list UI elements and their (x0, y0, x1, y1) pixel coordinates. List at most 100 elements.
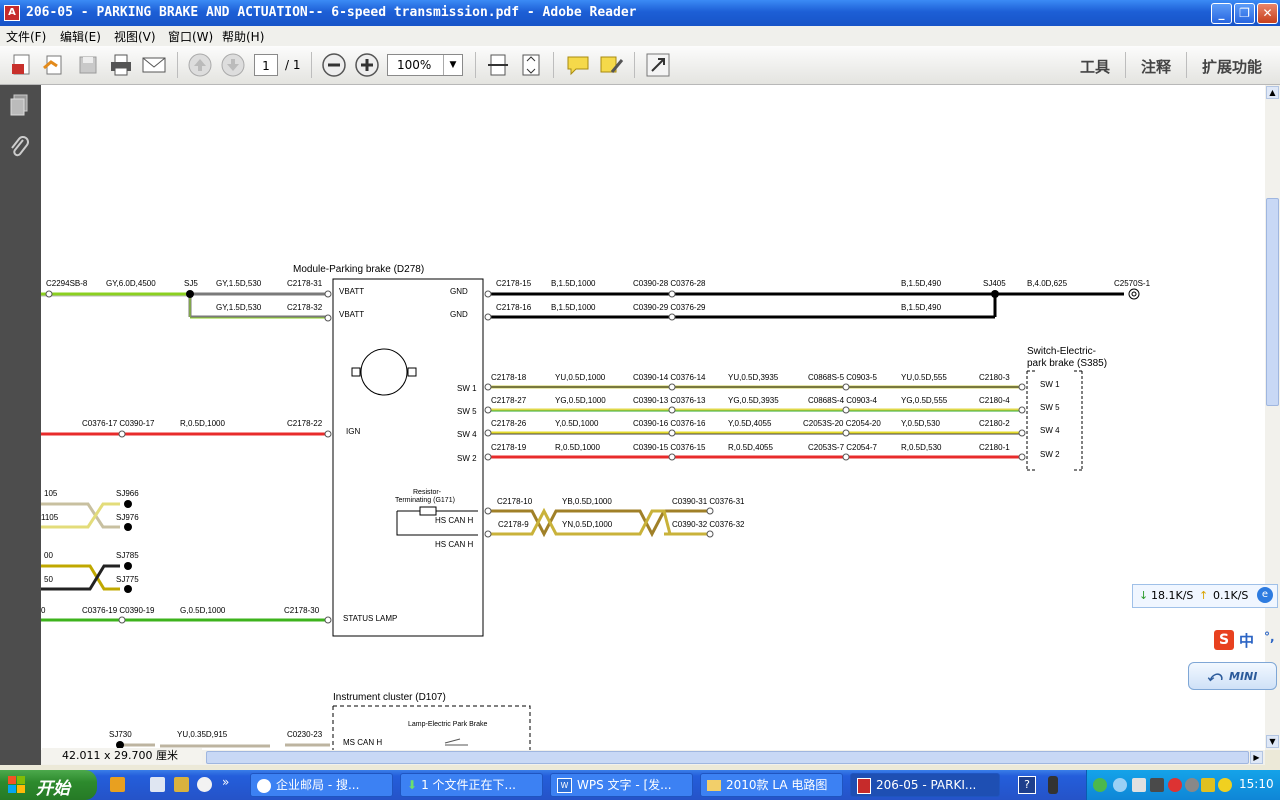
wire-label: 00 (44, 551, 53, 560)
document-view[interactable]: Module-Parking brake (D278) VBATT VBATT … (41, 85, 1265, 750)
scroll-thumb[interactable] (206, 751, 1249, 764)
toolbar: 1 / 1 100% ▼ 工具 注释 扩展功能 (0, 46, 1280, 85)
menu-view[interactable]: 视图(V) (114, 28, 156, 45)
horizontal-scrollbar[interactable]: ▶ (41, 750, 1265, 765)
quicklaunch-icon[interactable] (110, 777, 125, 792)
wire-label: GY,6.0D,4500 (106, 279, 156, 288)
resistor-label: Terminating (G171) (395, 497, 455, 504)
wire-label: R,0.5D,4055 (728, 443, 773, 452)
close-button[interactable]: ✕ (1257, 3, 1278, 24)
highlight-icon[interactable] (598, 52, 624, 78)
download-speed: 18.1K/S (1151, 589, 1194, 602)
menu-edit[interactable]: 编辑(E) (60, 28, 101, 45)
toolbar-separator (1186, 52, 1187, 78)
open-icon[interactable] (41, 52, 67, 78)
extend-pane-button[interactable]: 扩展功能 (1202, 56, 1262, 77)
email-icon[interactable] (141, 52, 167, 78)
fit-width-icon[interactable] (485, 52, 511, 78)
create-pdf-icon[interactable] (9, 52, 35, 78)
wire-label: YU,0.5D,3935 (728, 373, 779, 382)
mini-button[interactable]: ⤺ MINI (1188, 662, 1277, 690)
browser-icon[interactable]: e (1257, 587, 1273, 603)
start-label: 开始 (36, 779, 70, 799)
quicklaunch-icon[interactable] (150, 777, 165, 792)
tray-icon[interactable] (1185, 778, 1199, 792)
wire-label: YG,0.5D,3935 (728, 396, 779, 405)
task-button[interactable]: 206-05 - PARKI... (850, 773, 1000, 797)
task-button[interactable]: W WPS 文字 - [发... (550, 773, 693, 797)
network-speed-widget[interactable]: ↓ 18.1K/S ↑ 0.1K/S e (1132, 584, 1278, 608)
connector-label: C2180-3 (979, 373, 1010, 382)
toolbar-separator (311, 52, 312, 78)
navigation-panel (0, 85, 41, 765)
zoom-out-icon[interactable] (321, 52, 347, 78)
help-icon[interactable]: ? (1018, 776, 1036, 794)
scroll-up-icon[interactable]: ▲ (1266, 86, 1279, 99)
tray-icon[interactable] (1218, 778, 1232, 792)
wire-label: YU,0.5D,555 (901, 373, 947, 382)
scroll-thumb[interactable] (1266, 198, 1279, 406)
wire-label: YG,0.5D,555 (901, 396, 948, 405)
task-button[interactable]: 企业邮局 - 搜... (250, 773, 393, 797)
tray-icon[interactable] (1168, 778, 1182, 792)
expand-icon[interactable] (645, 52, 671, 78)
save-icon[interactable] (75, 52, 101, 78)
wire-label: B,1.5D,490 (901, 303, 942, 312)
splice-label: SJ730 (109, 730, 132, 739)
next-page-icon[interactable] (220, 52, 246, 78)
quicklaunch-icon[interactable] (197, 777, 212, 792)
connector-label: C0390-32 C0376-32 (672, 520, 745, 529)
tray-icon[interactable] (1093, 778, 1107, 792)
page-number-input[interactable]: 1 (254, 54, 278, 76)
menu-file[interactable]: 文件(F) (6, 28, 46, 45)
start-button[interactable]: 开始 (0, 770, 97, 800)
network-icon[interactable] (1150, 778, 1164, 792)
scroll-right-icon[interactable]: ▶ (1250, 751, 1263, 764)
task-button[interactable]: ⬇ 1 个文件正在下... (400, 773, 543, 797)
module-pin-can: HS CAN H (435, 516, 474, 525)
wire-label: 1105 (41, 513, 59, 522)
shield-icon[interactable] (1201, 778, 1215, 792)
comment-icon[interactable] (565, 52, 591, 78)
switch-pin: SW 5 (1040, 403, 1060, 412)
task-label: 206-05 - PARKI... (876, 778, 977, 792)
fit-page-icon[interactable] (518, 52, 544, 78)
scroll-down-icon[interactable]: ▼ (1266, 735, 1279, 748)
pages-icon[interactable] (8, 93, 32, 117)
module-pin-vbatt: VBATT (339, 310, 365, 319)
chevron-right-icon[interactable]: » (222, 775, 229, 789)
cluster-pin: MS CAN H (343, 738, 383, 747)
system-tray: 15:10 (1086, 770, 1280, 800)
task-button[interactable]: 2010款 LA 电路图 (700, 773, 843, 797)
upload-speed: 0.1K/S (1213, 589, 1249, 602)
connector-label: C2178-10 (497, 497, 533, 506)
chevron-down-icon[interactable]: ▼ (443, 55, 462, 75)
module-pin-vbatt: VBATT (339, 287, 365, 296)
tray-icon[interactable] (1113, 778, 1127, 792)
zoom-select[interactable]: 100% ▼ (387, 54, 463, 76)
zoom-in-icon[interactable] (354, 52, 380, 78)
ime-indicator[interactable]: S 中 °, (1214, 628, 1280, 652)
connector-label: C0390-14 C0376-14 (633, 373, 706, 382)
wire-label: R,0.5D,530 (901, 443, 942, 452)
restore-button[interactable]: ❐ (1234, 3, 1255, 24)
comment-pane-button[interactable]: 注释 (1141, 56, 1171, 77)
page-size-status: 42.011 x 29.700 厘米 (42, 748, 202, 764)
tools-pane-button[interactable]: 工具 (1080, 56, 1110, 77)
module-pin-can: HS CAN H (435, 540, 474, 549)
folder-icon (707, 780, 721, 791)
usb-icon[interactable] (1048, 776, 1058, 794)
menu-help[interactable]: 帮助(H) (222, 28, 264, 45)
wire-label: GY,1.5D,530 (216, 279, 262, 288)
minimize-button[interactable]: _ (1211, 3, 1232, 24)
quicklaunch-icon[interactable] (174, 777, 189, 792)
toolbar-separator (177, 52, 178, 78)
menu-window[interactable]: 窗口(W) (168, 28, 213, 45)
print-icon[interactable] (108, 52, 134, 78)
attachment-icon[interactable] (8, 135, 32, 159)
module-pin-ign: IGN (346, 427, 361, 436)
switch-pin: SW 1 (1040, 380, 1060, 389)
task-label: 企业邮局 - 搜... (276, 778, 360, 792)
previous-page-icon[interactable] (187, 52, 213, 78)
tray-icon[interactable] (1132, 778, 1146, 792)
